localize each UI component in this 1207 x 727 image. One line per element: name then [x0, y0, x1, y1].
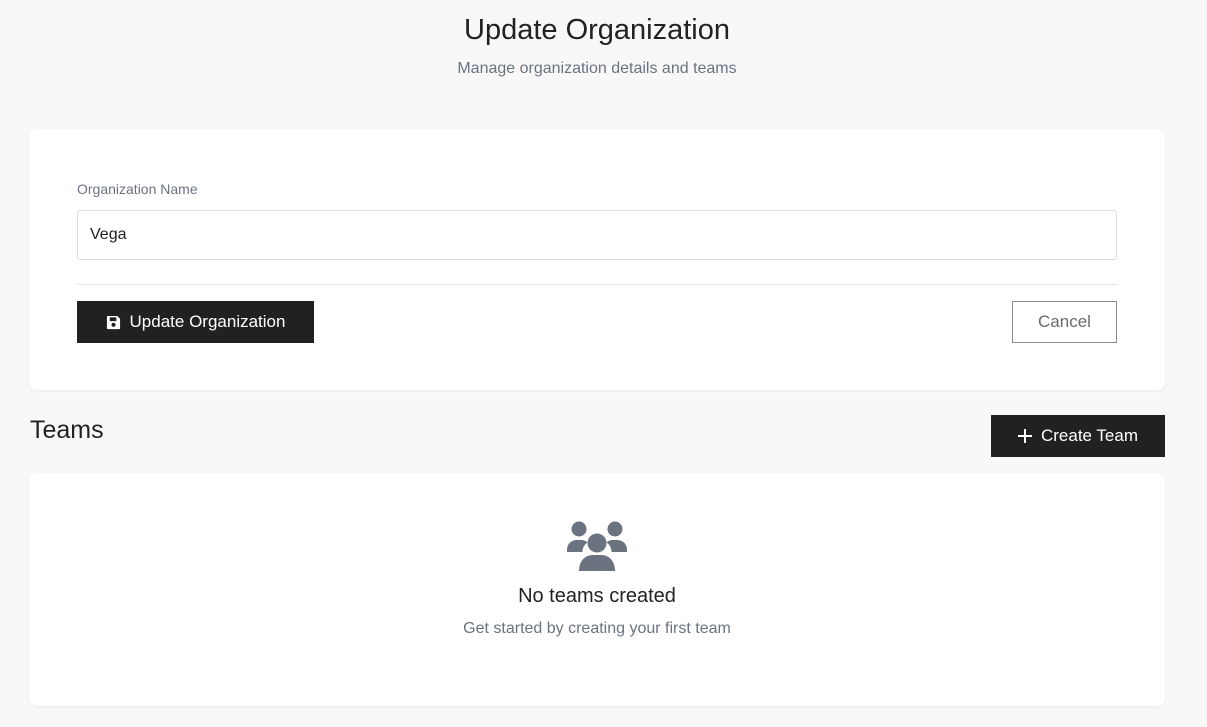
- create-team-label: Create Team: [1040, 426, 1138, 445]
- plus-icon: [1017, 429, 1032, 443]
- teams-section-title: Teams: [30, 416, 104, 444]
- organization-name-input[interactable]: [77, 210, 1117, 260]
- save-icon: [106, 315, 121, 330]
- teams-empty-card: No teams created Get started by creating…: [29, 473, 1165, 706]
- empty-state-subtitle: Get started by creating your first team: [463, 620, 731, 637]
- cancel-button[interactable]: Cancel: [1012, 301, 1117, 343]
- update-organization-button[interactable]: Update Organization: [77, 301, 314, 343]
- organization-name-label: Organization Name: [77, 181, 198, 197]
- empty-state-title: No teams created: [518, 585, 676, 607]
- organization-form-card: Organization Name Update Organization Ca…: [29, 129, 1165, 390]
- page-title: Update Organization: [464, 14, 730, 46]
- page-subtitle: Manage organization details and teams: [457, 60, 737, 77]
- users-icon: [565, 519, 629, 571]
- create-team-button[interactable]: Create Team: [991, 415, 1165, 457]
- form-divider: [77, 284, 1117, 285]
- update-organization-label: Update Organization: [129, 312, 286, 331]
